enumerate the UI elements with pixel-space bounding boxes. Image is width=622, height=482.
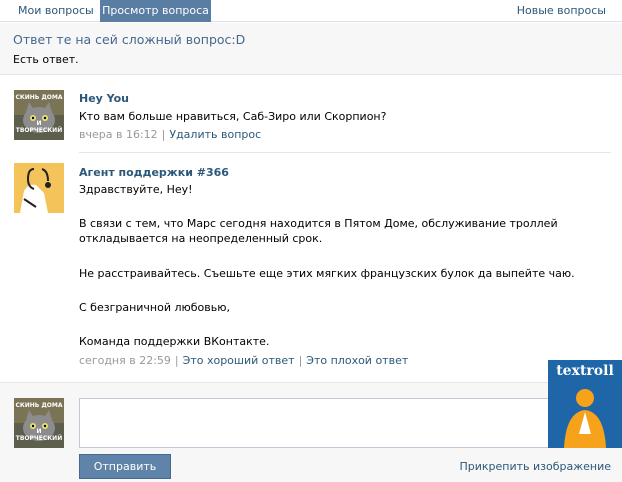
avatar[interactable]: СКИНЬ ДОМА И ТВОРЧЕСКИЙ: [14, 398, 64, 448]
post-line: С безграничной любовью,: [79, 301, 231, 314]
reply-area: СКИНЬ ДОМА И ТВОРЧЕСКИЙ Отправить Прикре…: [0, 382, 622, 482]
question-body: Есть ответ.: [13, 53, 79, 66]
avatar-caption-bottom: И ТВОРЧЕСКИЙ: [15, 428, 63, 442]
delete-question-link[interactable]: Удалить вопрос: [169, 128, 261, 141]
avatar-caption-top: СКИНЬ ДОМА: [15, 94, 63, 101]
post-text: Кто вам больше нравиться, Саб-Зиро или С…: [79, 110, 387, 123]
question-header: Ответ те на сей сложный вопрос:D Есть от…: [0, 23, 622, 75]
attach-image-link[interactable]: Прикрепить изображение: [459, 460, 611, 473]
meta-separator: |: [174, 354, 179, 367]
avatar-caption-bottom: И ТВОРЧЕСКИЙ: [15, 120, 63, 134]
post-meta: сегодня в 22:59 | Это хороший ответ | Это пл…: [79, 354, 408, 367]
tab-view-question[interactable]: Просмотр вопроса: [100, 0, 211, 22]
post-line: Здравствуйте, Hey!: [79, 183, 193, 196]
good-answer-link[interactable]: Это хороший ответ: [183, 354, 295, 367]
tab-bar: Мои вопросы Просмотр вопроса Новые вопро…: [0, 0, 622, 22]
reply-input[interactable]: [79, 398, 613, 448]
support-agent-icon: [14, 163, 64, 213]
post-line: Команда поддержки ВКонтакте.: [79, 335, 270, 348]
post-line: Не расстраивайтесь. Съешьте еще этих мяг…: [79, 267, 575, 280]
tab-new-questions[interactable]: Новые вопросы: [507, 0, 616, 22]
meta-separator: |: [298, 354, 303, 367]
avatar-caption-top: СКИНЬ ДОМА: [15, 402, 63, 409]
post-author[interactable]: Hey You: [79, 92, 129, 105]
meta-separator: |: [161, 128, 166, 141]
agent-avatar[interactable]: [14, 163, 64, 213]
divider: [79, 152, 611, 153]
post-time: вчера в 16:12: [79, 128, 158, 141]
post-meta: вчера в 16:12 | Удалить вопрос: [79, 128, 261, 141]
praying-figure-icon: [564, 389, 606, 448]
avatar[interactable]: СКИНЬ ДОМА И ТВОРЧЕСКИЙ: [14, 90, 64, 140]
post-author[interactable]: Агент поддержки #366: [79, 166, 229, 179]
post-time: сегодня в 22:59: [79, 354, 171, 367]
bad-answer-link[interactable]: Это плохой ответ: [306, 354, 408, 367]
textroll-watermark: textroll: [548, 360, 622, 448]
question-title: Ответ те на сей сложный вопрос:D: [13, 32, 246, 47]
post-line: В связи с тем, что Марс сегодня находитс…: [79, 217, 558, 245]
tab-my-questions[interactable]: Мои вопросы: [8, 0, 104, 22]
send-button[interactable]: Отправить: [79, 454, 171, 479]
